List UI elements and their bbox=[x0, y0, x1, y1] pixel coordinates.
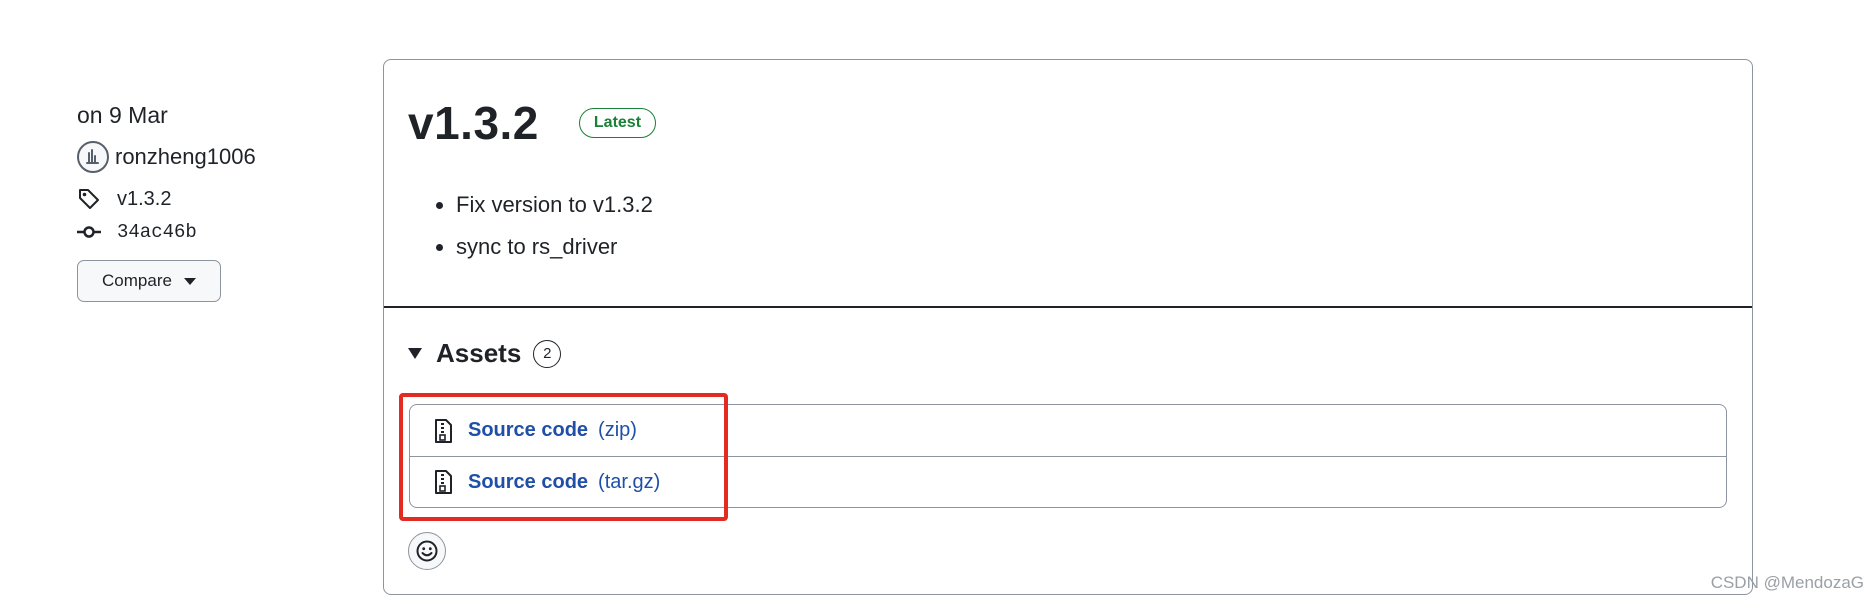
compare-button-label: Compare bbox=[102, 271, 172, 290]
release-note-item: sync to rs_driver bbox=[456, 226, 653, 268]
tag-icon bbox=[77, 186, 105, 212]
release-title-row: v1.3.2 Latest bbox=[408, 96, 657, 150]
watermark: CSDN @MendozaG bbox=[1710, 573, 1864, 592]
assets-count-badge: 2 bbox=[533, 339, 562, 368]
assets-list: Source code (zip) Source code (tar.gz) bbox=[409, 404, 1727, 508]
commit-icon bbox=[77, 222, 105, 242]
file-zip-icon bbox=[434, 418, 454, 443]
tag-link[interactable]: v1.3.2 bbox=[117, 188, 171, 211]
release-note-item: Fix version to v1.3.2 bbox=[456, 184, 653, 226]
asset-ext: (tar.gz) bbox=[598, 470, 661, 493]
release-title[interactable]: v1.3.2 bbox=[408, 96, 539, 150]
release-card: v1.3.2 Latest Fix version to v1.3.2 sync… bbox=[383, 59, 1753, 595]
caret-down-icon bbox=[183, 277, 196, 285]
compare-button[interactable]: Compare bbox=[77, 260, 221, 302]
release-notes: Fix version to v1.3.2 sync to rs_driver bbox=[430, 184, 653, 268]
asset-ext: (zip) bbox=[598, 419, 637, 441]
avatar-image bbox=[86, 149, 99, 164]
release-header: v1.3.2 Latest Fix version to v1.3.2 sync… bbox=[384, 60, 1752, 308]
assets-toggle[interactable]: Assets 2 bbox=[408, 338, 562, 369]
file-zip-icon bbox=[434, 470, 454, 494]
smiley-icon bbox=[416, 540, 438, 562]
triangle-down-icon bbox=[408, 348, 422, 359]
tag-row[interactable]: v1.3.2 bbox=[77, 184, 377, 214]
source-code-zip-link[interactable]: Source code bbox=[468, 419, 588, 442]
assets-title: Assets bbox=[436, 338, 522, 368]
author-row[interactable]: ronzheng1006 bbox=[77, 140, 377, 174]
source-code-targz-link[interactable]: Source code bbox=[468, 471, 588, 494]
release-meta: on 9 Mar ronzheng1006 v1.3.2 34ac46b Com… bbox=[77, 98, 377, 302]
commit-link[interactable]: 34ac46b bbox=[117, 221, 197, 243]
avatar[interactable] bbox=[77, 141, 109, 173]
commit-row[interactable]: 34ac46b bbox=[77, 218, 377, 246]
asset-row-targz[interactable]: Source code (tar.gz) bbox=[410, 456, 1726, 507]
add-reaction-button[interactable] bbox=[408, 532, 446, 570]
latest-badge: Latest bbox=[578, 108, 657, 138]
author-link[interactable]: ronzheng1006 bbox=[115, 144, 256, 170]
asset-row-zip[interactable]: Source code (zip) bbox=[410, 405, 1726, 456]
release-date: on 9 Mar bbox=[77, 102, 168, 128]
